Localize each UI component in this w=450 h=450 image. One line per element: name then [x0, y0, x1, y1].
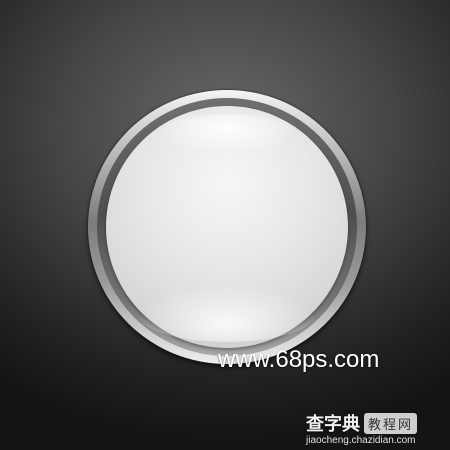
dome-bottom-glow — [136, 282, 318, 342]
brand-name: 查字典 — [306, 414, 360, 434]
site-watermark: www.68ps.com — [218, 346, 380, 373]
dome-top-highlight — [160, 114, 294, 154]
brand-tag: 教程网 — [364, 412, 418, 434]
brand-top-row: 查字典 教程网 — [306, 412, 438, 434]
glass-button — [88, 90, 366, 364]
brand-logo: 查字典 教程网 jiaocheng.chazidian.com — [306, 412, 438, 446]
button-dome — [106, 106, 348, 348]
brand-url: jiaocheng.chazidian.com — [306, 435, 416, 446]
